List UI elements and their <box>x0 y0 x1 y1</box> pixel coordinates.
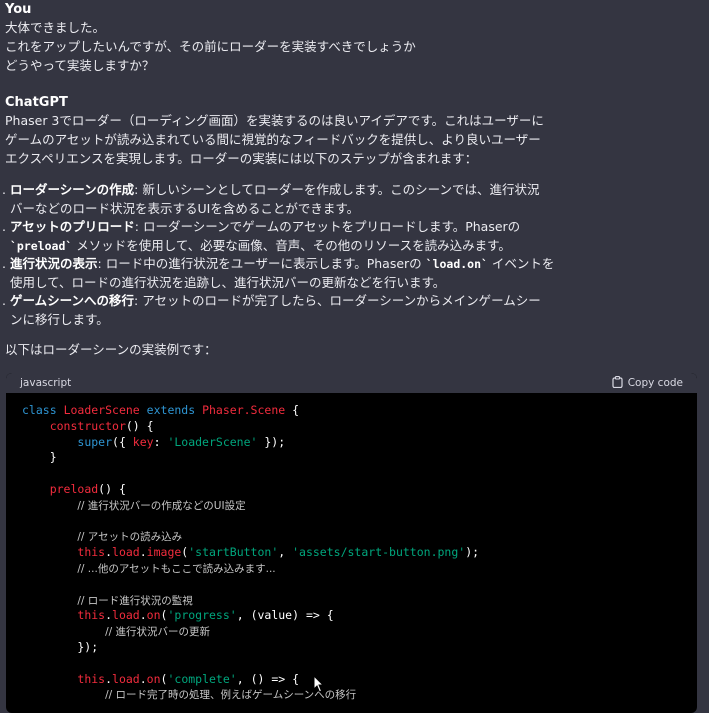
step-title: アセットのプリロード <box>10 219 135 234</box>
code-line: // ...他のアセットもここで読み込みます... <box>22 561 681 577</box>
user-message-line: これをアップしたいんですが、その前にローダーを実装すべきでしょうか <box>5 39 416 54</box>
assistant-intro-line: エクスペリエンスを実現します。ローダーの実装には以下のステップが含まれます： <box>5 151 478 166</box>
code-comment: // 進行状況バーの更新 <box>105 626 211 639</box>
clipboard-icon <box>612 375 623 391</box>
assistant-author-label: ChatGPT <box>5 95 68 110</box>
code-line: super({ key: 'LoaderScene' }); <box>77 434 286 449</box>
inline-code: `load.on` <box>425 257 488 271</box>
copy-code-label: Copy code <box>627 377 683 389</box>
user-message-line: どうやって実装しますか？ <box>5 58 155 73</box>
code-line: } <box>22 450 57 465</box>
step-title: ローダーシーンの作成 <box>10 182 135 197</box>
code-line: preload() { <box>49 481 126 496</box>
code-line: constructor() { <box>49 418 154 433</box>
code-line: }); <box>22 639 99 654</box>
code-line: this.load.on('complete', () => { <box>77 671 300 686</box>
assistant-intro-line: ゲームのアセットが読み込まれている間に視覚的なフィードバックを提供し、より良いユ… <box>5 132 541 147</box>
step-text: : アセットのロードが完了したら、ローダーシーンからメインゲームシー <box>134 293 541 308</box>
assistant-intro-line: Phaser 3でローダー（ローディング画面）を実装するのは良いアイデアです。こ… <box>5 113 544 128</box>
step-title: ゲームシーンへの移行 <box>10 293 135 308</box>
code-comment: // アセットの読み込み <box>77 531 183 544</box>
step-text: 使用して、ロードの進行状況を追跡し、進行状況バーの更新などを行います。 <box>10 274 446 290</box>
step-text: : ローダーシーンでゲームのアセットをプリロードします。Phaserの <box>134 219 521 234</box>
user-author-label: You <box>5 2 32 17</box>
step-text: バーなどのロード状況を表示するUIを含めることができます。 <box>10 200 360 216</box>
code-body: class LoaderScene extends Phaser.Scene {… <box>6 393 697 713</box>
code-comment: // ...他のアセットもここで読み込みます... <box>77 562 276 575</box>
code-block: javascript Copy code class LoaderScene e… <box>6 373 697 713</box>
assistant-message: ChatGPT Phaser 3でローダー（ローディング画面）を実装するのは良い… <box>5 95 697 168</box>
step-title: 進行状況の表示 <box>10 256 98 271</box>
code-line: this.load.on('progress', (value) => { <box>77 608 334 623</box>
list-item: . アセットのプリロード: ローダーシーンでゲームのアセットをプリロードします。P… <box>2 219 521 253</box>
user-message-line: 大体できました。 <box>5 20 106 35</box>
mouse-cursor-icon <box>311 674 325 695</box>
code-language-label: javascript <box>20 377 72 389</box>
list-item: . 進行状況の表示: ロード中の進行状況をユーザーに表示します。Phaserの `… <box>2 256 555 290</box>
code-comment: // 進行状況バーの作成などのUI設定 <box>77 499 246 512</box>
code-line: // ロード進行状況の監視 <box>22 593 681 609</box>
list-item: . ゲームシーンへの移行: アセットのロードが完了したら、ローダーシーンからメイン… <box>2 293 541 327</box>
step-text: メソッドを使用して、必要な画像、音声、その他のリソースを読み込みます。 <box>72 237 511 253</box>
code-intro-text: 以下はローダーシーンの実装例です： <box>5 342 217 357</box>
code-line: // ロード完了時の処理、例えばゲームシーンへの移行 <box>22 687 681 703</box>
user-message: You 大体できました。 これをアップしたいんですが、その前にローダーを実装すべ… <box>5 2 697 75</box>
code-line: this.load.image('startButton', 'assets/s… <box>77 545 480 560</box>
code-header: javascript Copy code <box>6 373 697 393</box>
step-text: : ロード中の進行状況をユーザーに表示します。Phaserの <box>97 256 426 271</box>
code-line: // アセットの読み込み <box>22 529 681 545</box>
code-line: // 進行状況バーの作成などのUI設定 <box>22 498 681 514</box>
code-line: // 進行状況バーの更新 <box>22 624 681 640</box>
inline-code: `preload` <box>10 238 73 253</box>
step-text: : 新しいシーンとしてローダーを作成します。このシーンでは、進行状況 <box>134 182 540 197</box>
code-comment: // ロード進行状況の監視 <box>77 594 193 607</box>
step-text: ンに移行します。 <box>10 311 109 327</box>
step-text: イベントを <box>487 256 555 271</box>
list-item: . ローダーシーンの作成: 新しいシーンとしてローダーを作成します。このシーンでは… <box>2 182 540 216</box>
copy-code-button[interactable]: Copy code <box>612 375 683 391</box>
steps-list: . ローダーシーンの作成: 新しいシーンとしてローダーを作成します。このシーンでは… <box>0 181 700 329</box>
code-line: class LoaderScene extends Phaser.Scene { <box>22 403 300 417</box>
